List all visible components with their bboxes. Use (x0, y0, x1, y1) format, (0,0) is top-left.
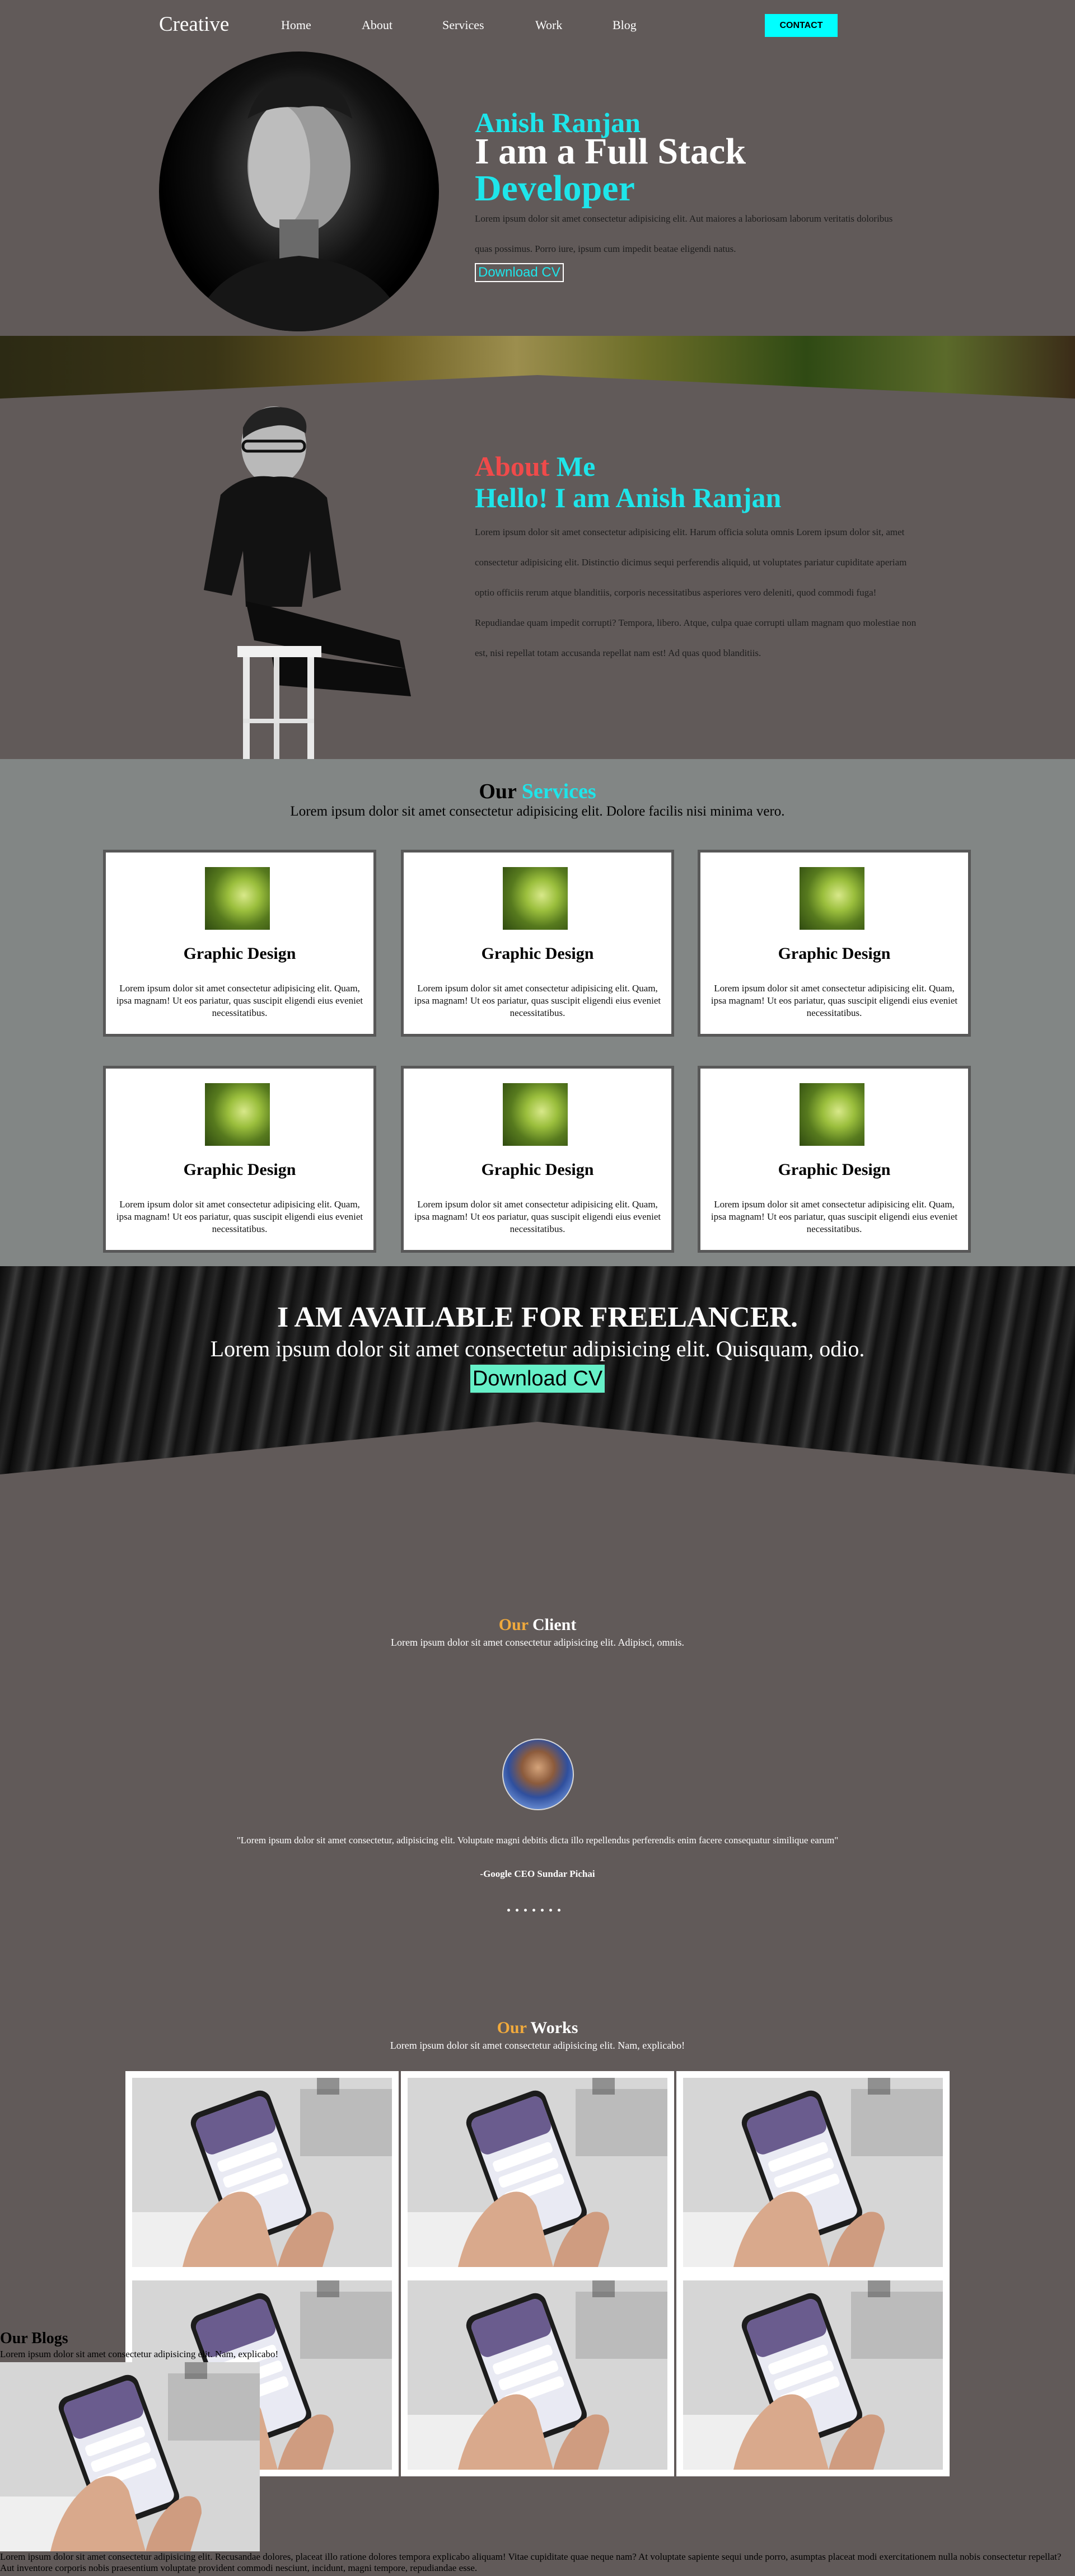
freelance-subtitle: Lorem ipsum dolor sit amet consectetur a… (210, 1336, 865, 1361)
service-card[interactable]: Graphic Design Lorem ipsum dolor sit ame… (698, 1066, 971, 1253)
hero-headline: I am a Full Stack Developer (475, 133, 746, 207)
portrait-silhouette (193, 76, 405, 331)
hero-download-cv-button[interactable]: Download CV (475, 263, 564, 282)
service-card[interactable]: Graphic Design Lorem ipsum dolor sit ame… (401, 850, 674, 1037)
service-card-text: Lorem ipsum dolor sit amet consectetur a… (116, 983, 363, 1018)
blogs-title: Our Blogs (0, 2330, 68, 2347)
services-subtitle: Lorem ipsum dolor sit amet consectetur a… (290, 804, 785, 819)
work-tile-image (132, 2078, 392, 2267)
carousel-dot[interactable] (507, 1909, 510, 1912)
service-card-text: Lorem ipsum dolor sit amet consectetur a… (711, 983, 958, 1018)
works-subtitle: Lorem ipsum dolor sit amet consectetur a… (390, 2040, 685, 2051)
service-card-image (800, 1083, 864, 1146)
about-silhouette (204, 406, 411, 759)
freelance-title: I AM AVAILABLE FOR FREELANCER. (277, 1301, 798, 1333)
blogs-subtitle: Lorem ipsum dolor sit amet consectetur a… (0, 2349, 279, 2359)
about-title: About Me (475, 450, 595, 483)
blog-image[interactable] (0, 2362, 260, 2551)
phone-in-hand-illustration (408, 2280, 667, 2470)
nav-link-services[interactable]: Services (442, 18, 484, 32)
client-quote: "Lorem ipsum dolor sit amet consectetur,… (236, 1835, 839, 1846)
testimonial-carousel-dots[interactable] (507, 1909, 560, 1912)
service-card[interactable]: Graphic Design Lorem ipsum dolor sit ame… (401, 1066, 674, 1253)
service-card-image (503, 867, 568, 930)
work-tile[interactable] (401, 2274, 674, 2476)
client-title: Our Client (0, 1615, 1075, 1634)
service-card-image (800, 867, 864, 930)
service-card-text: Lorem ipsum dolor sit amet consectetur a… (116, 1199, 363, 1234)
services-title-part2: Services (521, 780, 596, 803)
service-card-title: Graphic Design (778, 1160, 891, 1179)
phone-in-hand-illustration (132, 2078, 392, 2267)
phone-in-hand-illustration (0, 2362, 260, 2551)
banner-strip-wave (0, 375, 1075, 405)
about-title-part1: About (475, 451, 550, 482)
work-tile-image (683, 2078, 943, 2267)
services-title: Our Services (0, 779, 1075, 804)
nav-link-blog[interactable]: Blog (613, 18, 637, 32)
services-title-part1: Our (479, 780, 517, 803)
work-tile[interactable] (125, 2071, 399, 2274)
hero-section: Anish Ranjan I am a Full Stack Developer… (0, 51, 1075, 336)
work-tile[interactable] (401, 2071, 674, 2274)
about-portrait-image (159, 405, 439, 759)
service-card-image (503, 1083, 568, 1146)
nav-link-about[interactable]: About (362, 18, 392, 32)
contact-button[interactable]: CONTACT (765, 14, 838, 37)
service-card-text: Lorem ipsum dolor sit amet consectetur a… (414, 1199, 661, 1234)
work-tile-image (683, 2280, 943, 2470)
works-title: Our Works (0, 2018, 1075, 2038)
nav-link-work[interactable]: Work (535, 18, 562, 32)
brand-logo[interactable]: Creative (159, 12, 229, 36)
service-card-title: Graphic Design (778, 944, 891, 963)
client-avatar (502, 1739, 574, 1810)
work-tile-image (408, 2078, 667, 2267)
nav-link-home[interactable]: Home (281, 18, 311, 32)
about-title-part2: Me (556, 451, 596, 482)
works-title-part1: Our (497, 2018, 527, 2037)
services-section: Our Services Lorem ipsum dolor sit amet … (0, 759, 1075, 1266)
work-tile[interactable] (676, 2274, 950, 2476)
about-paragraph: Lorem ipsum dolor sit amet consectetur a… (475, 527, 917, 658)
service-card-image (205, 1083, 270, 1146)
navbar: Creative Home About Services Work Blog C… (0, 0, 1075, 51)
hero-portrait-image (159, 51, 439, 331)
carousel-dot[interactable] (549, 1909, 552, 1912)
works-title-part2: Works (530, 2018, 578, 2037)
service-card-title: Graphic Design (183, 944, 296, 963)
work-tile[interactable] (676, 2071, 950, 2274)
client-author: -Google CEO Sundar Pichai (480, 1868, 595, 1879)
service-card-title: Graphic Design (183, 1160, 296, 1179)
blogs-text: Lorem ipsum dolor sit amet consectetur a… (0, 2551, 1062, 2573)
hero-headline-line1: I am a Full Stack (475, 131, 746, 172)
banner-strip (0, 336, 1075, 405)
service-card-text: Lorem ipsum dolor sit amet consectetur a… (711, 1199, 958, 1234)
phone-in-hand-illustration (683, 2280, 943, 2470)
carousel-dot[interactable] (558, 1909, 560, 1912)
carousel-dot[interactable] (532, 1909, 535, 1912)
service-card-title: Graphic Design (481, 944, 594, 963)
hero-paragraph: Lorem ipsum dolor sit amet consectetur a… (475, 213, 893, 254)
phone-in-hand-illustration (683, 2078, 943, 2267)
service-card-text: Lorem ipsum dolor sit amet consectetur a… (414, 983, 661, 1018)
work-tile-image (408, 2280, 667, 2470)
service-card[interactable]: Graphic Design Lorem ipsum dolor sit ame… (698, 850, 971, 1037)
freelance-section: I AM AVAILABLE FOR FREELANCER. Lorem ips… (0, 1266, 1075, 1478)
freelance-download-cv-button[interactable]: Download CV (469, 1364, 606, 1394)
service-card-image (205, 867, 270, 930)
phone-in-hand-illustration (408, 2078, 667, 2267)
hero-headline-line2: Developer (475, 168, 635, 209)
service-card[interactable]: Graphic Design Lorem ipsum dolor sit ame… (103, 850, 376, 1037)
client-title-part2: Client (532, 1615, 577, 1634)
carousel-dot[interactable] (516, 1909, 518, 1912)
carousel-dot[interactable] (524, 1909, 527, 1912)
carousel-dot[interactable] (541, 1909, 544, 1912)
about-section: About Me Hello! I am Anish Ranjan Lorem … (0, 405, 1075, 759)
about-subtitle: Hello! I am Anish Ranjan (475, 482, 782, 513)
client-title-part1: Our (498, 1615, 529, 1634)
client-subtitle: Lorem ipsum dolor sit amet consectetur a… (391, 1637, 684, 1648)
service-card-title: Graphic Design (481, 1160, 594, 1179)
service-card[interactable]: Graphic Design Lorem ipsum dolor sit ame… (103, 1066, 376, 1253)
